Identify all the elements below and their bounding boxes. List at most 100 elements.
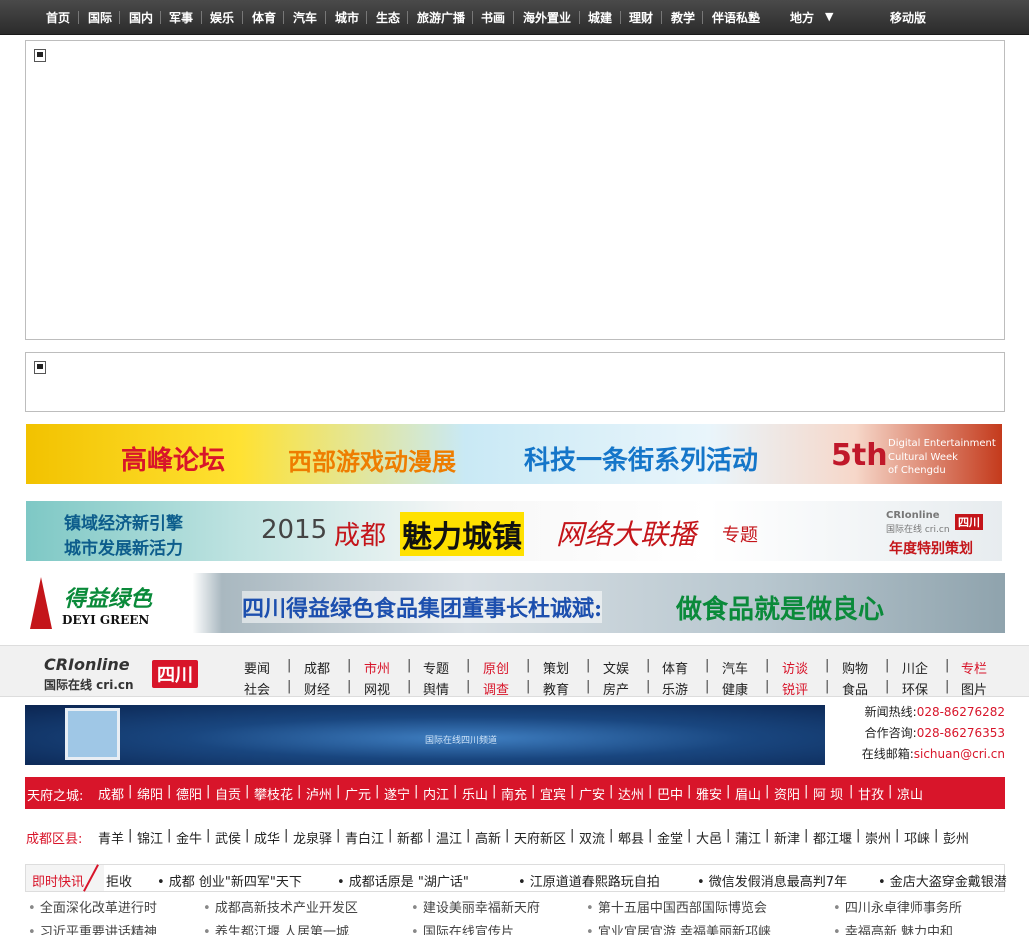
channel-link[interactable]: 乐游 <box>662 679 688 698</box>
district-link[interactable]: 双流 <box>579 828 605 847</box>
city-link[interactable]: 内江 <box>423 784 449 803</box>
flash-item[interactable]: • 江原道道春熙路玩自拍 <box>518 871 660 890</box>
channel-link[interactable]: 环保 <box>902 679 928 698</box>
district-link[interactable]: 新都 <box>397 828 423 847</box>
channel-link[interactable]: 教育 <box>543 679 569 698</box>
channel-link[interactable]: 图片 <box>961 679 987 698</box>
city-link[interactable]: 雅安 <box>696 784 722 803</box>
nav-item-home[interactable]: 首页 <box>46 9 70 26</box>
city-link[interactable]: 凉山 <box>897 784 923 803</box>
district-link[interactable]: 郫县 <box>618 828 644 847</box>
city-link[interactable]: 资阳 <box>774 784 800 803</box>
flash-item[interactable]: • 金店大盗穿金戴银潜 <box>878 871 1007 890</box>
channel-link[interactable]: 食品 <box>842 679 868 698</box>
news-link[interactable]: 建设美丽幸福新天府 <box>411 897 540 916</box>
flash-item[interactable]: • 微信发假消息最高判7年 <box>697 871 847 890</box>
nav-item-domestic[interactable]: 国内 <box>129 9 153 26</box>
city-link[interactable]: 宜宾 <box>540 784 566 803</box>
city-link[interactable]: 阿 坝 <box>813 784 843 803</box>
district-link[interactable]: 青白江 <box>345 828 384 847</box>
news-link[interactable]: 养生都江堰 人居第一城 <box>203 921 349 935</box>
channel-link[interactable]: 要闻 <box>244 658 270 677</box>
nav-item-overseas-property[interactable]: 海外置业 <box>523 9 571 26</box>
city-link[interactable]: 巴中 <box>657 784 683 803</box>
district-link[interactable]: 崇州 <box>865 828 891 847</box>
news-link[interactable]: 第十五届中国西部国际博览会 <box>586 897 767 916</box>
city-link[interactable]: 广安 <box>579 784 605 803</box>
channel-link[interactable]: 锐评 <box>782 679 808 698</box>
district-link[interactable]: 蒲江 <box>735 828 761 847</box>
nav-local-dropdown[interactable]: 地方 <box>790 9 814 26</box>
channel-link[interactable]: 成都 <box>304 658 330 677</box>
nav-item-construction[interactable]: 城建 <box>588 9 612 26</box>
district-link[interactable]: 大邑 <box>696 828 722 847</box>
city-link[interactable]: 达州 <box>618 784 644 803</box>
district-link[interactable]: 金牛 <box>176 828 202 847</box>
city-link[interactable]: 乐山 <box>462 784 488 803</box>
news-link[interactable]: 四川永卓律师事务所 <box>833 897 962 916</box>
nav-item-finance[interactable]: 理财 <box>629 9 653 26</box>
flash-item[interactable]: • 成都话原是 "湖广话" <box>337 871 469 890</box>
channel-link[interactable]: 汽车 <box>722 658 748 677</box>
news-link[interactable]: 习近平重要讲话精神 <box>28 921 157 935</box>
deyi-green-banner[interactable]: 得益绿色 DEYI GREEN 四川得益绿色食品集团董事长杜诚斌: 做食品就是做… <box>26 573 1005 633</box>
flash-item[interactable]: 拒收 <box>106 871 132 890</box>
flash-item[interactable]: • 成都 创业"新四军"天下 <box>157 871 302 890</box>
chevron-down-icon[interactable]: ▼ <box>825 10 833 23</box>
city-link[interactable]: 甘孜 <box>858 784 884 803</box>
channel-promo-banner[interactable]: 国际在线四川频道 <box>25 705 825 765</box>
city-link[interactable]: 泸州 <box>306 784 332 803</box>
news-link[interactable]: 全面深化改革进行时 <box>28 897 157 916</box>
district-link[interactable]: 龙泉驿 <box>293 828 332 847</box>
city-link[interactable]: 绵阳 <box>137 784 163 803</box>
news-link[interactable]: 国际在线宣传片 <box>411 921 514 935</box>
city-link[interactable]: 德阳 <box>176 784 202 803</box>
district-link[interactable]: 锦江 <box>137 828 163 847</box>
nav-item-entertainment[interactable]: 娱乐 <box>210 9 234 26</box>
nav-item-private-school[interactable]: 伴语私塾 <box>712 9 760 26</box>
channel-link[interactable]: 原创 <box>483 658 509 677</box>
city-link[interactable]: 遂宁 <box>384 784 410 803</box>
channel-link[interactable]: 访谈 <box>782 658 808 677</box>
nav-item-sports[interactable]: 体育 <box>252 9 276 26</box>
channel-link[interactable]: 舆情 <box>423 679 449 698</box>
channel-link[interactable]: 网视 <box>364 679 390 698</box>
channel-link[interactable]: 调查 <box>483 679 509 698</box>
news-link[interactable]: 成都高新技术产业开发区 <box>203 897 358 916</box>
nav-item-military[interactable]: 军事 <box>169 9 193 26</box>
city-link[interactable]: 眉山 <box>735 784 761 803</box>
city-link[interactable]: 广元 <box>345 784 371 803</box>
district-link[interactable]: 金堂 <box>657 828 683 847</box>
district-link[interactable]: 彭州 <box>943 828 969 847</box>
district-link[interactable]: 成华 <box>254 828 280 847</box>
email-link[interactable]: sichuan@cri.cn <box>914 747 1005 761</box>
nav-item-auto[interactable]: 汽车 <box>293 9 317 26</box>
channel-link[interactable]: 财经 <box>304 679 330 698</box>
district-link[interactable]: 天府新区 <box>514 828 566 847</box>
channel-link[interactable]: 社会 <box>244 679 270 698</box>
city-link[interactable]: 攀枝花 <box>254 784 293 803</box>
channel-link[interactable]: 市州 <box>364 658 390 677</box>
nav-item-teaching[interactable]: 教学 <box>671 9 695 26</box>
channel-link[interactable]: 健康 <box>722 679 748 698</box>
nav-item-ecology[interactable]: 生态 <box>376 9 400 26</box>
nav-item-travel-radio[interactable]: 旅游广播 <box>417 9 465 26</box>
city-link[interactable]: 南充 <box>501 784 527 803</box>
district-link[interactable]: 青羊 <box>98 828 124 847</box>
cri-logo[interactable]: CRIonline <box>44 655 130 674</box>
channel-link[interactable]: 川企 <box>902 658 928 677</box>
channel-link[interactable]: 文娱 <box>603 658 629 677</box>
nav-item-city[interactable]: 城市 <box>335 9 359 26</box>
news-link[interactable]: 宜业宜居宜游 幸福美丽新邛崃 <box>586 921 771 935</box>
nav-mobile-link[interactable]: 移动版 <box>890 9 926 26</box>
city-link[interactable]: 成都 <box>98 784 124 803</box>
city-link[interactable]: 自贡 <box>215 784 241 803</box>
district-link[interactable]: 新津 <box>774 828 800 847</box>
district-link[interactable]: 温江 <box>436 828 462 847</box>
channel-link[interactable]: 专题 <box>423 658 449 677</box>
channel-link[interactable]: 购物 <box>842 658 868 677</box>
channel-link[interactable]: 房产 <box>603 679 629 698</box>
nav-item-international[interactable]: 国际 <box>88 9 112 26</box>
channel-link[interactable]: 专栏 <box>961 658 987 677</box>
forum-banner[interactable]: 高峰论坛 西部游戏动漫展 科技一条街系列活动 5th Digital Enter… <box>26 424 1002 484</box>
